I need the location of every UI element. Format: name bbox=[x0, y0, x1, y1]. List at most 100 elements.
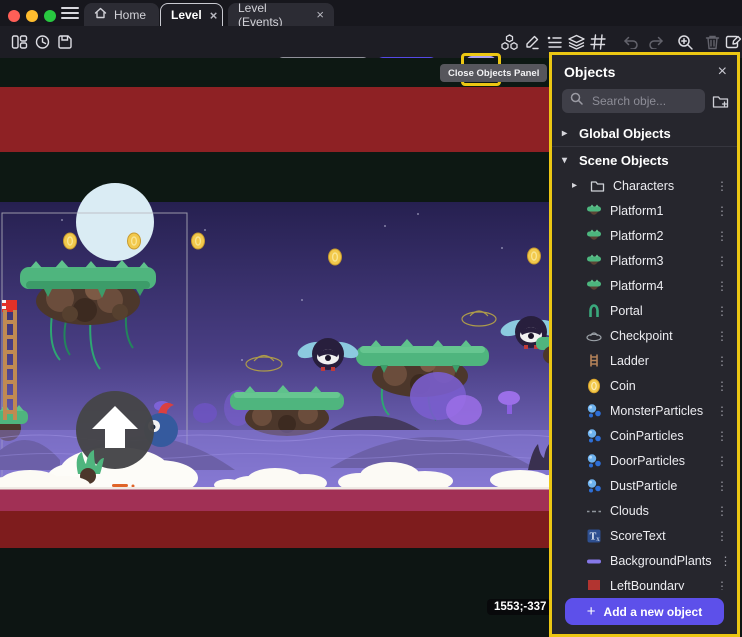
close-tab-icon[interactable]: × bbox=[210, 9, 218, 22]
tooltip-text: Close Objects Panel bbox=[448, 68, 539, 79]
ground-crimson-bar[interactable] bbox=[0, 487, 560, 511]
object-menu-icon[interactable]: ⋮ bbox=[716, 405, 728, 417]
close-panel-icon[interactable]: × bbox=[718, 64, 727, 80]
section-label: Global Objects bbox=[579, 126, 671, 141]
grid-icon[interactable] bbox=[587, 31, 609, 53]
object-label: Platform2 bbox=[610, 229, 664, 243]
edit-pencil-icon[interactable] bbox=[521, 31, 543, 53]
save-icon[interactable] bbox=[54, 31, 76, 53]
add-folder-icon[interactable] bbox=[712, 94, 729, 109]
maximize-window-button[interactable] bbox=[44, 10, 56, 22]
out-of-bounds-strip bbox=[0, 152, 560, 202]
portal-icon bbox=[586, 303, 602, 319]
plants-icon bbox=[586, 553, 602, 569]
platform-icon bbox=[586, 203, 602, 219]
object-menu-icon[interactable]: ⋮ bbox=[716, 205, 728, 217]
object-row-clouds[interactable]: Clouds⋮ bbox=[552, 498, 737, 523]
section-label: Scene Objects bbox=[579, 153, 669, 168]
chevron-down-icon[interactable]: ▾ bbox=[562, 155, 571, 166]
object-menu-icon[interactable]: ⋮ bbox=[716, 530, 728, 542]
zoom-in-icon[interactable] bbox=[674, 31, 696, 53]
add-new-object-button[interactable]: + Add a new object bbox=[565, 598, 724, 625]
object-row-platform3[interactable]: Platform3⋮ bbox=[552, 248, 737, 273]
object-label: Ladder bbox=[610, 354, 649, 368]
moon-object[interactable] bbox=[76, 183, 154, 261]
layout-panels-icon[interactable] bbox=[8, 31, 30, 53]
properties-icon[interactable] bbox=[543, 31, 565, 53]
object-groups-icon[interactable] bbox=[498, 31, 520, 53]
title-bar: Home Level × Level (Events) × bbox=[0, 0, 742, 26]
object-row-platform4[interactable]: Platform4 ⋮ bbox=[552, 273, 737, 298]
particles-icon bbox=[586, 453, 602, 469]
object-row-monsterparticles[interactable]: MonsterParticles⋮ bbox=[552, 398, 737, 423]
section-scene-objects[interactable]: ▾ Scene Objects bbox=[552, 148, 737, 173]
chevron-right-icon[interactable]: ▸ bbox=[562, 128, 571, 139]
tab-label: Home bbox=[114, 8, 146, 22]
tooltip: Close Objects Panel bbox=[440, 64, 547, 82]
object-row-portal[interactable]: Portal⋮ bbox=[552, 298, 737, 323]
object-row-checkpoint[interactable]: Checkpoint⋮ bbox=[552, 323, 737, 348]
object-row-leftboundary[interactable]: LeftBoundary ⋮ bbox=[552, 573, 737, 590]
history-icon[interactable] bbox=[31, 31, 53, 53]
tab-home[interactable]: Home bbox=[84, 3, 159, 26]
tab-level-events[interactable]: Level (Events) × bbox=[228, 3, 334, 26]
object-menu-icon[interactable]: ⋮ bbox=[716, 305, 728, 317]
object-menu-icon[interactable]: ⋮ bbox=[716, 180, 728, 192]
chevron-right-icon[interactable]: ▸ bbox=[572, 180, 581, 191]
add-object-label: Add a new object bbox=[604, 605, 703, 619]
object-label: DustParticle bbox=[610, 479, 677, 493]
object-label: Platform4 bbox=[610, 279, 664, 293]
top-boundary-object[interactable] bbox=[0, 87, 560, 152]
object-row-scoretext[interactable]: TxScoreText⋮ bbox=[552, 523, 737, 548]
boundary-icon bbox=[586, 578, 602, 591]
object-menu-icon[interactable]: ⋮ bbox=[716, 255, 728, 267]
object-label: Coin bbox=[610, 379, 636, 393]
object-row-platform1[interactable]: Platform1⋮ bbox=[552, 198, 737, 223]
bottom-boundary-object[interactable] bbox=[0, 511, 560, 548]
close-tab-icon[interactable]: × bbox=[316, 8, 324, 21]
section-global-objects[interactable]: ▸ Global Objects bbox=[552, 121, 737, 147]
undo-icon[interactable] bbox=[620, 31, 642, 53]
scene-editor-canvas[interactable] bbox=[0, 58, 560, 637]
particles-icon bbox=[586, 428, 602, 444]
object-row-ladder[interactable]: Ladder ⋮ bbox=[552, 348, 737, 373]
objects-panel: Objects × ▸ Global Objects ▾ Scene Objec… bbox=[549, 52, 740, 637]
object-row-doorparticles[interactable]: DoorParticles⋮ bbox=[552, 448, 737, 473]
object-row-coinparticles[interactable]: CoinParticles ⋮ bbox=[552, 423, 737, 448]
search-input[interactable] bbox=[590, 93, 697, 109]
object-row-backgroundplants[interactable]: BackgroundPlants⋮ bbox=[552, 548, 737, 573]
object-menu-icon[interactable]: ⋮ bbox=[716, 330, 728, 342]
object-menu-icon[interactable]: ⋮ bbox=[719, 555, 731, 567]
tab-level[interactable]: Level × bbox=[160, 3, 223, 26]
object-menu-icon[interactable]: ⋮ bbox=[716, 380, 728, 392]
object-menu-icon[interactable]: ⋮ bbox=[716, 505, 728, 517]
plus-icon: + bbox=[587, 603, 596, 620]
edit-scene-icon[interactable] bbox=[723, 31, 742, 53]
project-manager-menu-icon[interactable] bbox=[61, 7, 79, 20]
object-label: LeftBoundary bbox=[610, 579, 684, 591]
out-of-bounds-strip bbox=[0, 548, 560, 637]
object-row-platform2[interactable]: Platform2 ⋮ bbox=[552, 223, 737, 248]
layers-icon[interactable] bbox=[565, 31, 587, 53]
object-menu-icon[interactable]: ⋮ bbox=[716, 455, 728, 467]
object-label: CoinParticles bbox=[610, 429, 684, 443]
object-menu-icon[interactable]: ⋮ bbox=[716, 480, 728, 492]
object-row-characters[interactable]: ▸Characters⋮ bbox=[552, 173, 737, 198]
close-window-button[interactable] bbox=[8, 10, 20, 22]
platform-icon bbox=[586, 228, 602, 244]
gdevelop-window: Home Level × Level (Events) × Preview bbox=[0, 0, 742, 637]
redo-icon[interactable] bbox=[645, 31, 667, 53]
trash-icon[interactable] bbox=[701, 31, 723, 53]
object-menu-icon[interactable]: ⋮ bbox=[716, 355, 728, 367]
folder-icon bbox=[589, 178, 605, 194]
object-row-dustparticle[interactable]: DustParticle ⋮ bbox=[552, 473, 737, 498]
object-menu-icon[interactable]: ⋮ bbox=[716, 280, 728, 292]
object-label: ScoreText bbox=[610, 529, 666, 543]
object-menu-icon[interactable]: ⋮ bbox=[716, 430, 728, 442]
object-menu-icon[interactable]: ⋮ bbox=[716, 230, 728, 242]
object-menu-icon[interactable]: ⋮ bbox=[716, 580, 728, 591]
platform-icon bbox=[586, 253, 602, 269]
jump-arrow-object[interactable] bbox=[76, 391, 154, 469]
minimize-window-button[interactable] bbox=[26, 10, 38, 22]
object-row-coin[interactable]: Coin ⋮ bbox=[552, 373, 737, 398]
